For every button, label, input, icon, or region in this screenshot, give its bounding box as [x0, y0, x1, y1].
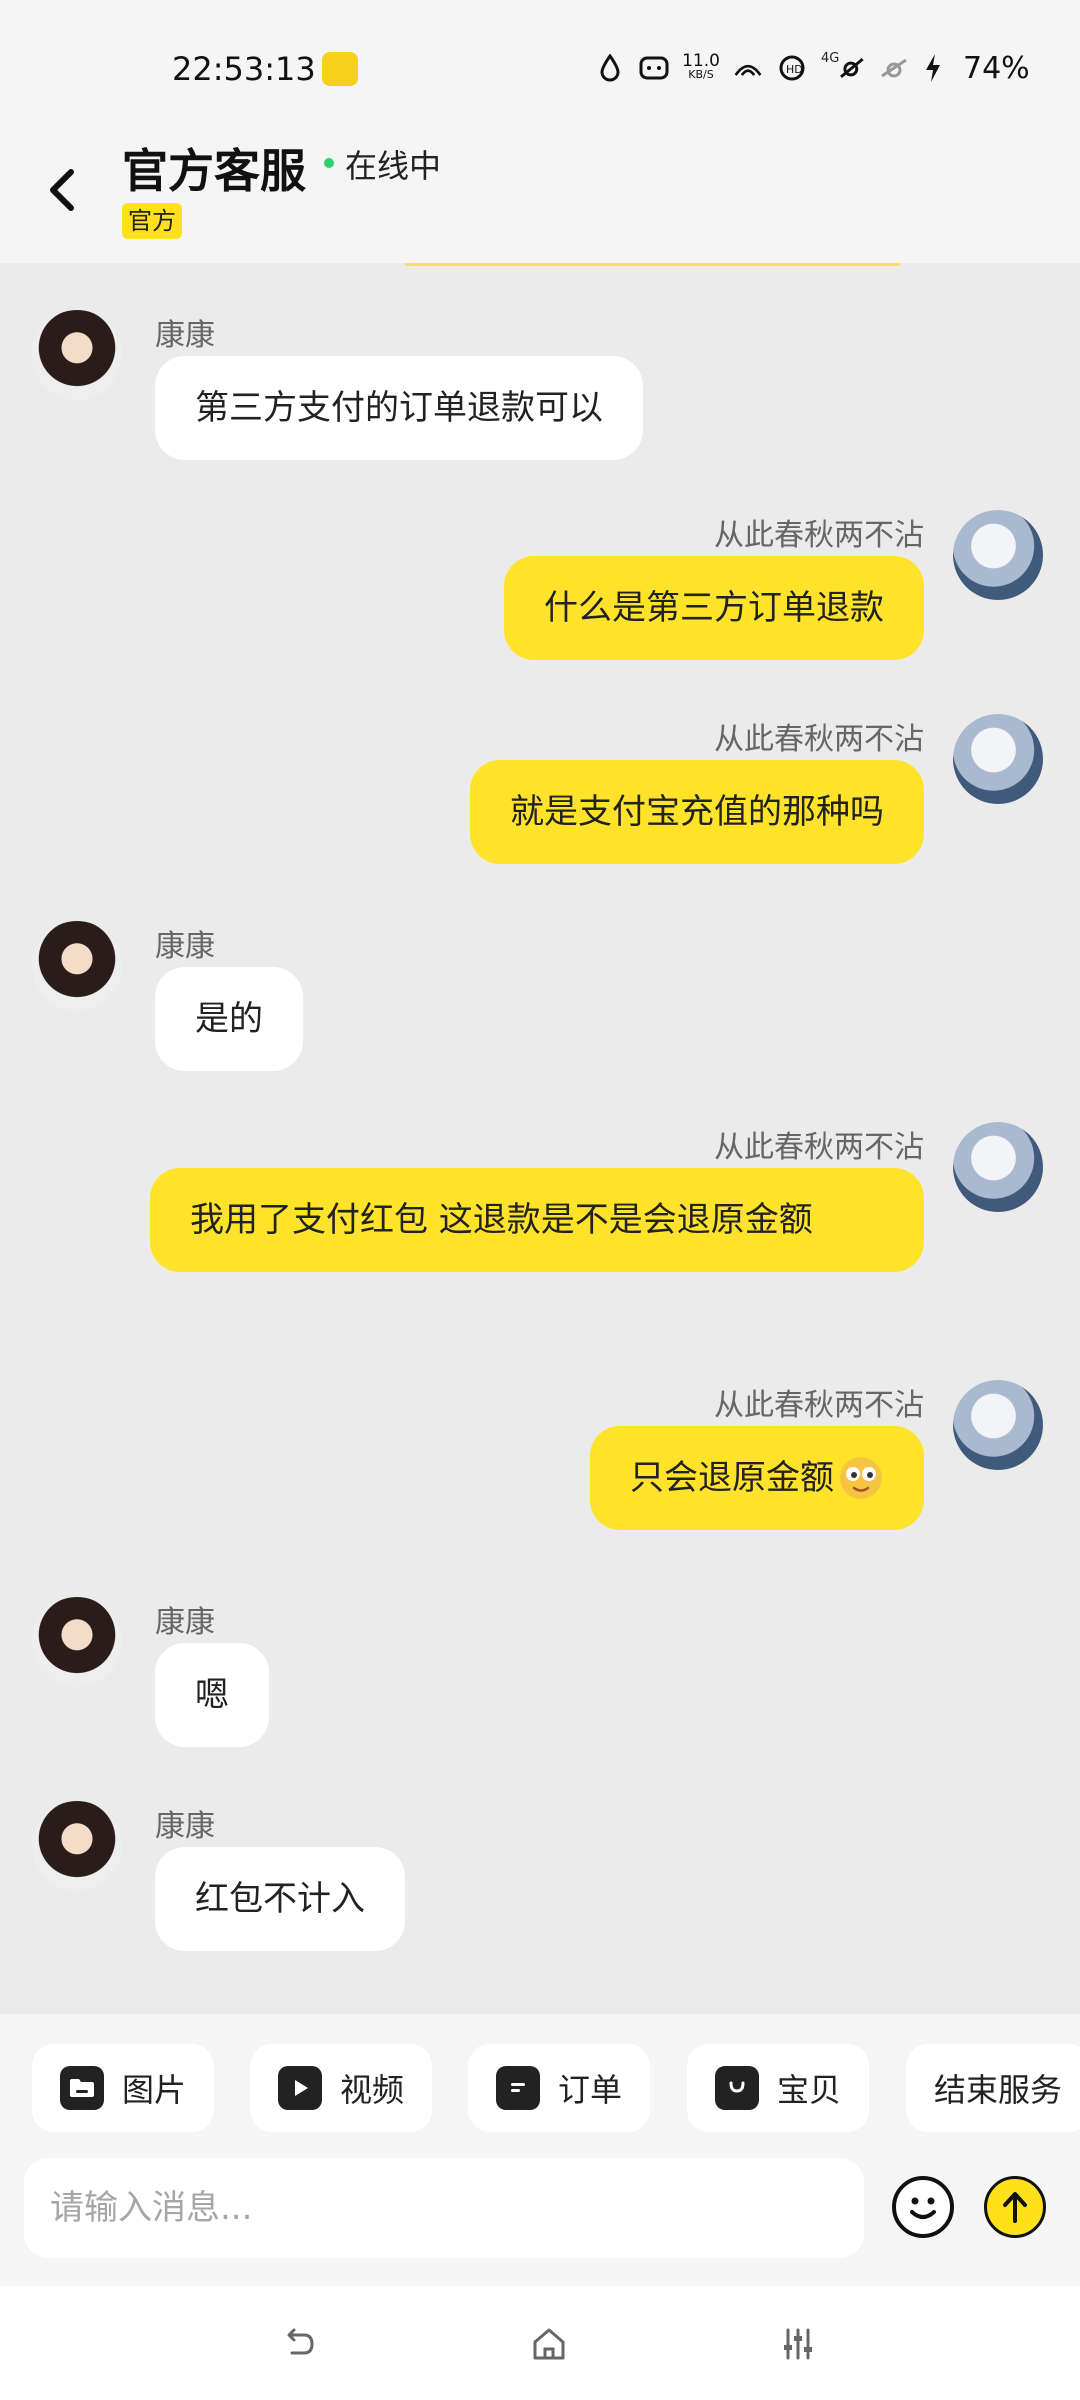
sender-name: 从此春秋两不沾: [714, 1130, 924, 1165]
video-button[interactable]: 视频: [250, 2044, 433, 2132]
order-icon: [496, 2066, 540, 2110]
arrow-up-icon: [1003, 2192, 1027, 2223]
order-button[interactable]: 订单: [468, 2044, 651, 2132]
message-agent: 康康 红包不计入: [0, 1801, 1080, 1951]
quick-actions-bar: 图片 视频 订单 宝贝 结束服务: [0, 2014, 1080, 2158]
system-nav-bar: [0, 2286, 1080, 2400]
end-service-button[interactable]: 结束服务: [906, 2044, 1080, 2132]
signal-off-icon: [879, 53, 909, 83]
message-agent: 康康 是的: [0, 921, 1080, 1071]
message-bubble[interactable]: 什么是第三方订单退款: [504, 556, 924, 660]
status-icons: 11.0 KB/S HD 4G 74%: [595, 48, 1030, 88]
hotspot-icon: [733, 53, 763, 83]
message-user: 从此春秋两不沾 只会退原金额: [0, 1380, 1080, 1540]
charging-icon: [923, 53, 943, 83]
sim-icon: HD: [777, 53, 807, 83]
status-bar: 22:53:13 11.0 KB/S HD 4G 74%: [0, 0, 1080, 135]
home-nav-button[interactable]: [527, 2322, 571, 2366]
emoji-button[interactable]: [892, 2176, 954, 2238]
message-bubble[interactable]: 只会退原金额: [590, 1426, 924, 1530]
sender-name: 康康: [155, 1605, 215, 1640]
agent-avatar[interactable]: [32, 1801, 122, 1891]
folder-icon: [60, 2066, 104, 2110]
online-status: 在线中: [345, 147, 442, 185]
back-nav-button[interactable]: [277, 2322, 321, 2366]
user-avatar[interactable]: [953, 1122, 1043, 1212]
user-avatar[interactable]: [953, 1380, 1043, 1470]
chat-list[interactable]: 康康 第三方支付的订单退款可以 从此春秋两不沾 什么是第三方订单退款 从此春秋两…: [0, 266, 1080, 2014]
chip-label: 结束服务: [934, 2071, 1063, 2109]
user-avatar[interactable]: [953, 510, 1043, 600]
sender-name: 康康: [155, 318, 215, 353]
user-avatar[interactable]: [953, 714, 1043, 804]
agent-avatar[interactable]: [32, 310, 122, 400]
official-badge: 官方: [122, 203, 182, 239]
battery-level: 74%: [963, 50, 1030, 86]
message-agent: 康康 第三方支付的订单退款可以: [0, 310, 1080, 460]
message-user: 从此春秋两不沾 什么是第三方订单退款: [0, 510, 1080, 660]
send-button[interactable]: [984, 2176, 1046, 2238]
drop-icon: [595, 53, 625, 83]
chip-label: 视频: [340, 2071, 405, 2109]
bag-icon: [715, 2066, 759, 2110]
product-button[interactable]: 宝贝: [687, 2044, 870, 2132]
image-button[interactable]: 图片: [32, 2044, 215, 2132]
message-user: 从此春秋两不沾 就是支付宝充值的那种吗: [0, 714, 1080, 864]
online-status-dot: [324, 158, 334, 168]
netspeed: 11.0 KB/S: [682, 51, 720, 82]
chat-header: 官方客服 在线中 官方: [0, 135, 1080, 263]
back-button[interactable]: [36, 160, 86, 220]
app-icon: [639, 53, 669, 83]
status-time: 22:53:13: [172, 50, 316, 88]
smiling-emoji-icon: [840, 1457, 882, 1499]
sender-name: 康康: [155, 929, 215, 964]
message-bubble[interactable]: 就是支付宝充值的那种吗: [470, 760, 924, 864]
message-input[interactable]: [24, 2158, 864, 2258]
message-bubble[interactable]: 红包不计入: [155, 1847, 405, 1951]
message-bubble[interactable]: 嗯: [155, 1643, 269, 1747]
sender-name: 从此春秋两不沾: [714, 722, 924, 757]
message-text: 只会退原金额: [630, 1458, 834, 1498]
smile-icon: [910, 2197, 936, 2219]
play-icon: [278, 2066, 322, 2110]
chip-label: 宝贝: [777, 2071, 842, 2109]
message-bubble[interactable]: 是的: [155, 967, 303, 1071]
sender-name: 从此春秋两不沾: [714, 1388, 924, 1423]
chip-label: 图片: [122, 2071, 187, 2109]
message-bubble[interactable]: 我用了支付红包 这退款是不是会退原金额: [150, 1168, 924, 1272]
recents-nav-button[interactable]: [776, 2322, 820, 2366]
app-notification-icon: [322, 52, 358, 86]
page-title: 官方客服: [122, 144, 306, 198]
sender-name: 康康: [155, 1809, 215, 1844]
chip-label: 订单: [558, 2071, 623, 2109]
input-bar: [0, 2158, 1080, 2286]
home-icon: [533, 2328, 565, 2360]
message-bubble[interactable]: 第三方支付的订单退款可以: [155, 356, 643, 460]
sliders-icon: [784, 2328, 812, 2360]
back-arrow-icon: [287, 2328, 314, 2355]
sender-name: 从此春秋两不沾: [714, 518, 924, 553]
signal-icon: 4G: [821, 51, 865, 83]
agent-avatar[interactable]: [32, 921, 122, 1011]
svg-text:HD: HD: [786, 63, 803, 76]
chevron-left-icon: [50, 169, 74, 211]
message-user: 从此春秋两不沾 我用了支付红包 这退款是不是会退原金额: [0, 1122, 1080, 1332]
message-agent: 康康 嗯: [0, 1597, 1080, 1747]
agent-avatar[interactable]: [32, 1597, 122, 1687]
